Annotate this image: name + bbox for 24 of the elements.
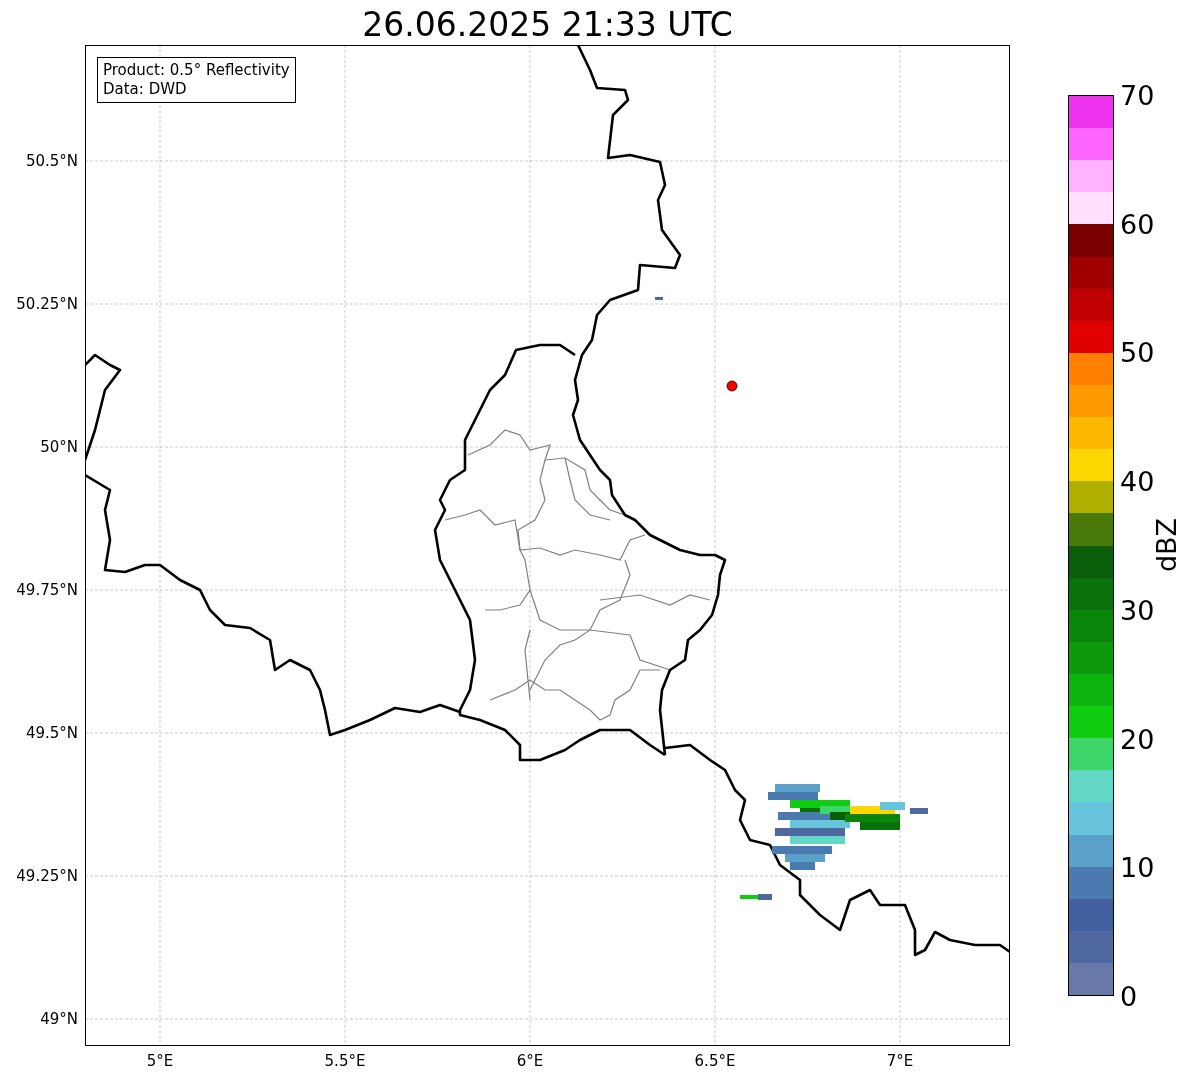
longitude-label: 6.5°E	[694, 1052, 736, 1070]
colorbar-tick-label: 10	[1120, 851, 1155, 883]
info-text: Product: 0.5° Reflectivity	[103, 61, 290, 80]
longitude-label: 5.5°E	[324, 1052, 366, 1070]
longitude-label: 7°E	[886, 1052, 914, 1070]
colorbar-tick-label: 20	[1120, 723, 1155, 755]
colorbar-label: dBZ	[1150, 517, 1182, 573]
latitude-label: 49.75°N	[16, 581, 78, 599]
colorbar-tick-label: 60	[1120, 208, 1155, 240]
colorbar-tick-label: 70	[1120, 79, 1155, 111]
colorbar-tick-label: 50	[1120, 336, 1155, 368]
colorbar-tick-label: 30	[1120, 594, 1155, 626]
colorbar-tick-label: 40	[1120, 465, 1155, 497]
latitude-label: 49°N	[40, 1010, 78, 1028]
latitude-label: 49.5°N	[25, 724, 78, 742]
longitude-label: 6°E	[516, 1052, 544, 1070]
longitude-label: 5°E	[146, 1052, 174, 1070]
latitude-label: 50.25°N	[16, 295, 78, 313]
latitude-label: 50°N	[40, 438, 78, 456]
info-text: Data: DWD	[103, 80, 188, 99]
latitude-label: 49.25°N	[16, 867, 78, 885]
chart-title: 26.06.2025 21:33 UTC	[361, 4, 734, 45]
latitude-label: 50.5°N	[25, 152, 78, 170]
colorbar-tick-label: 0	[1120, 980, 1138, 1012]
